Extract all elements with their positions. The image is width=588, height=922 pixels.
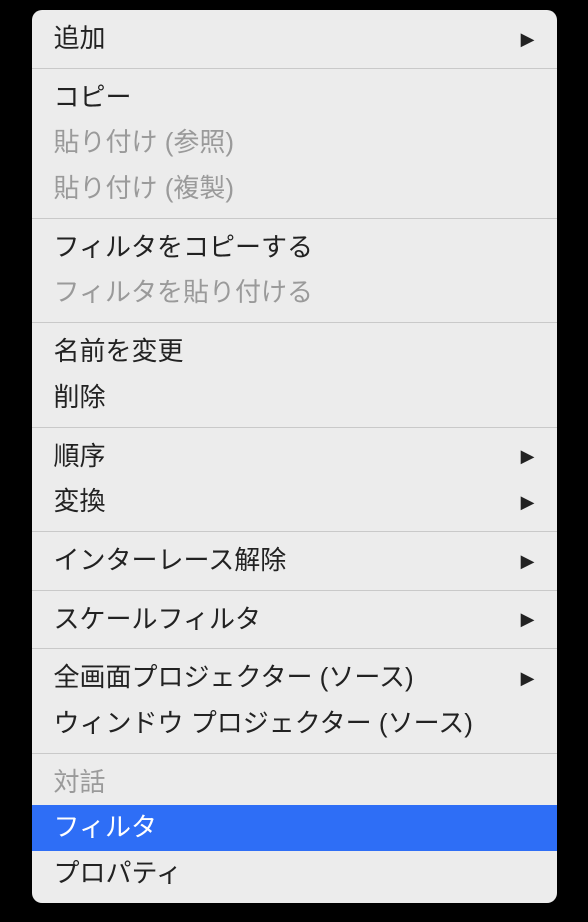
menu-item-properties[interactable]: プロパティ [32,851,557,897]
menu-item-window-projector[interactable]: ウィンドウ プロジェクター (ソース) [32,701,557,747]
menu-item-label: 対話 [54,764,535,802]
menu-separator [32,531,557,532]
menu-item-label: インターレース解除 [54,542,513,580]
menu-separator [32,753,557,754]
menu-item-label: ウィンドウ プロジェクター (ソース) [54,705,535,743]
menu-separator [32,648,557,649]
menu-item-label: 名前を変更 [54,333,535,371]
chevron-right-icon: ▶ [521,443,535,469]
menu-item-transform[interactable]: 変換 ▶ [32,479,557,525]
menu-item-interact: 対話 [32,760,557,806]
menu-separator [32,427,557,428]
menu-item-label: 追加 [54,20,513,58]
menu-separator [32,218,557,219]
menu-item-scale-filter[interactable]: スケールフィルタ ▶ [32,597,557,643]
chevron-right-icon: ▶ [521,548,535,574]
menu-item-copy-filter[interactable]: フィルタをコピーする [32,225,557,271]
menu-item-delete[interactable]: 削除 [32,375,557,421]
menu-item-order[interactable]: 順序 ▶ [32,434,557,480]
menu-item-fullscreen-projector[interactable]: 全画面プロジェクター (ソース) ▶ [32,655,557,701]
menu-item-label: 貼り付け (複製) [54,170,535,208]
menu-separator [32,322,557,323]
menu-item-paste-duplicate: 貼り付け (複製) [32,166,557,212]
menu-item-label: 削除 [54,379,535,417]
menu-separator [32,590,557,591]
menu-item-add[interactable]: 追加 ▶ [32,16,557,62]
menu-item-rename[interactable]: 名前を変更 [32,329,557,375]
menu-item-label: 順序 [54,438,513,476]
menu-item-label: 変換 [54,483,513,521]
menu-item-label: コピー [54,79,535,117]
menu-item-label: スケールフィルタ [54,601,513,639]
menu-item-filters[interactable]: フィルタ [32,805,557,851]
menu-item-paste-filter: フィルタを貼り付ける [32,270,557,316]
chevron-right-icon: ▶ [521,606,535,632]
context-menu: 追加 ▶ コピー 貼り付け (参照) 貼り付け (複製) フィルタをコピーする … [32,10,557,903]
menu-item-paste-reference: 貼り付け (参照) [32,120,557,166]
menu-item-copy[interactable]: コピー [32,75,557,121]
menu-item-label: プロパティ [54,855,535,893]
menu-item-label: フィルタ [54,809,535,847]
chevron-right-icon: ▶ [521,665,535,691]
chevron-right-icon: ▶ [521,489,535,515]
menu-separator [32,68,557,69]
menu-item-label: 貼り付け (参照) [54,124,535,162]
menu-item-label: フィルタをコピーする [54,229,535,267]
menu-item-label: フィルタを貼り付ける [54,274,535,312]
chevron-right-icon: ▶ [521,26,535,52]
menu-item-deinterlace[interactable]: インターレース解除 ▶ [32,538,557,584]
menu-item-label: 全画面プロジェクター (ソース) [54,659,513,697]
